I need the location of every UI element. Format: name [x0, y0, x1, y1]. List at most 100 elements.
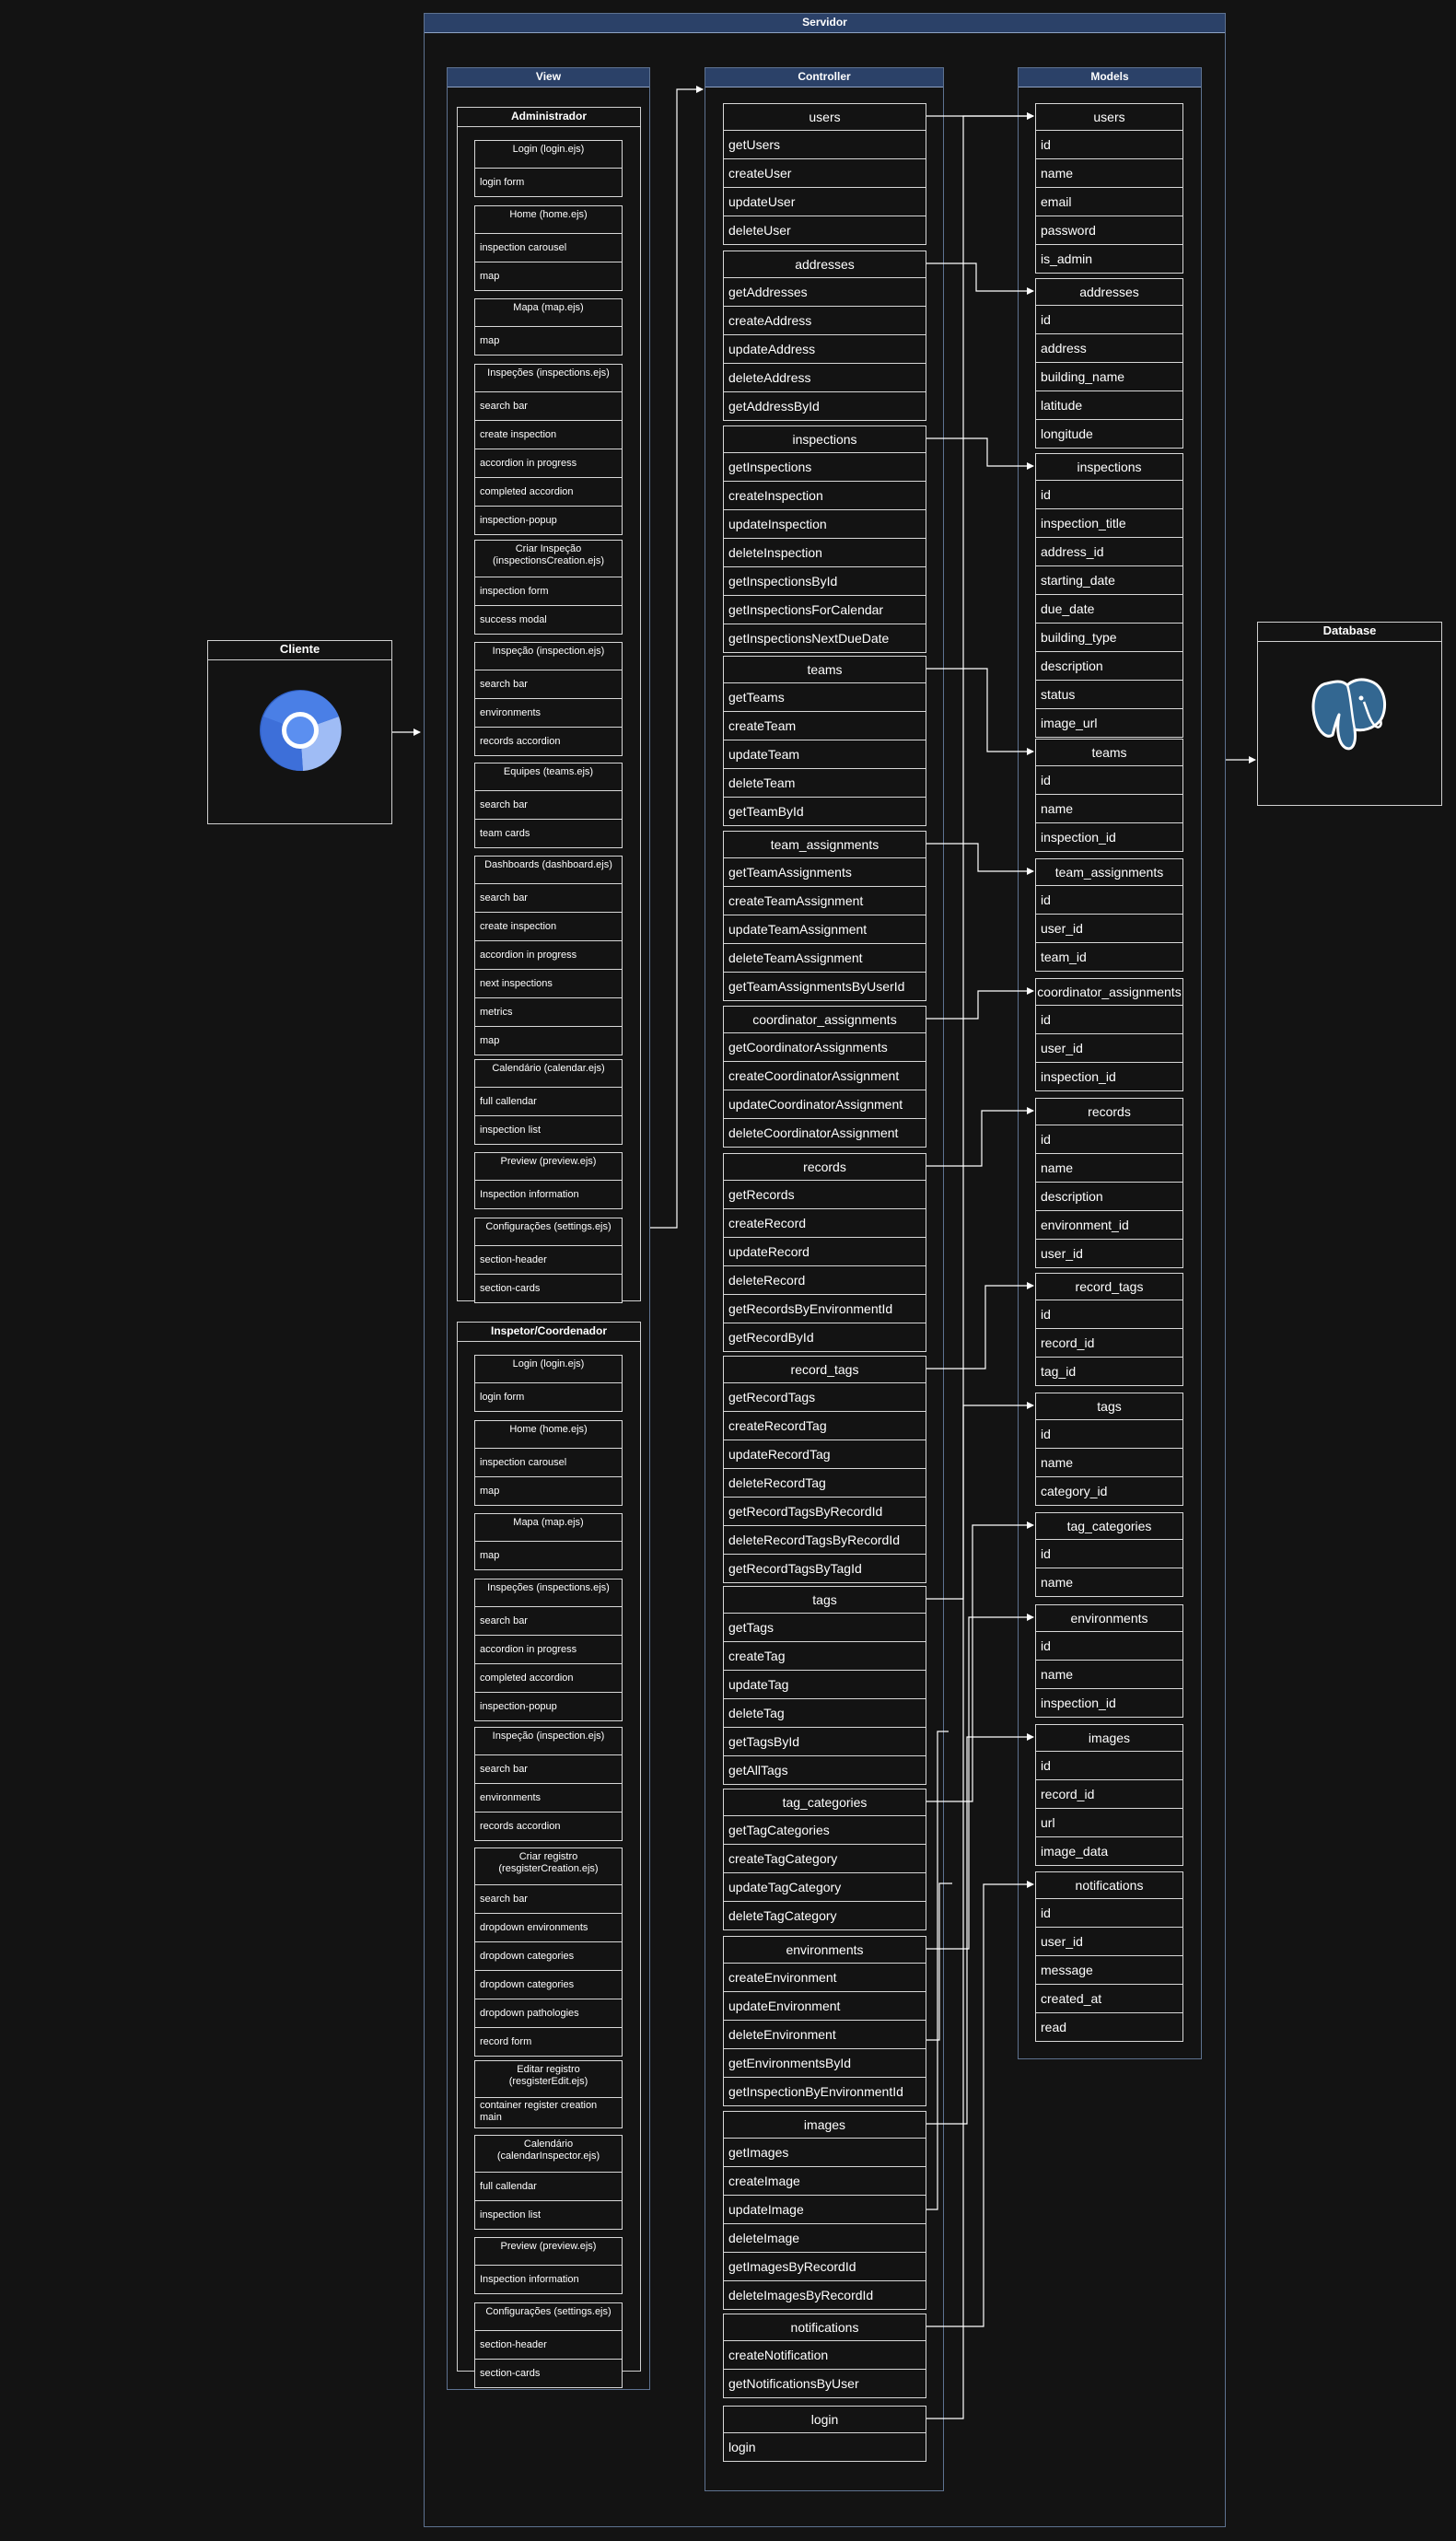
card-title: notifications: [1036, 1872, 1182, 1899]
field-row: email: [1036, 187, 1182, 216]
component-row: inspection carousel: [480, 242, 567, 253]
field-row: name: [1036, 158, 1182, 187]
server-title: Servidor: [425, 14, 1225, 33]
method-row: updateTagCategory: [724, 1872, 926, 1901]
field-row: image_url: [1036, 708, 1182, 737]
card-title: images: [1036, 1725, 1182, 1752]
controller-card-images: images getImages createImage updateImage del…: [723, 2111, 926, 2310]
component-row: map: [475, 262, 622, 290]
view-card-preview-preview-ejs: Preview (preview.ejs) Inspection informat…: [474, 1152, 623, 1209]
method-row: createAddress: [724, 306, 926, 334]
method-row: getTagsById: [724, 1727, 926, 1755]
card-title: addresses: [724, 251, 926, 278]
field-row: inspection_id: [1036, 1688, 1182, 1717]
field-row: building_name: [1036, 362, 1182, 390]
method-row: getInspectionsById: [724, 566, 926, 595]
field-row: latitude: [1036, 390, 1182, 419]
field-row: user_id: [1036, 914, 1182, 942]
method-row: updateUser: [724, 187, 926, 216]
method-row: updateInspection: [724, 509, 926, 538]
card-body: id user_id message created_at read: [1036, 1899, 1182, 2041]
model-card-addresses: addresses id address building_name latitude l…: [1035, 278, 1183, 449]
component-row: full callendar: [480, 2181, 537, 2192]
method-row: createTeamAssignment: [724, 886, 926, 915]
component-row: dropdown environments: [475, 1913, 622, 1941]
method-row: login: [728, 2440, 756, 2454]
field-row: id: [1041, 1758, 1051, 1773]
card-body: inspection carousel map: [475, 234, 622, 290]
component-row: inspection-popup: [475, 506, 622, 534]
view-title: View: [448, 68, 649, 87]
field-row: id: [1041, 1307, 1051, 1322]
component-row: inspection form: [480, 586, 549, 597]
method-row: getInspectionByEnvironmentId: [724, 2077, 926, 2105]
model-card-environments: environments id name inspection_id: [1035, 1604, 1183, 1718]
method-row: deleteImage: [724, 2223, 926, 2252]
card-title: Home (home.ejs): [475, 206, 622, 234]
component-row: login form: [480, 1392, 525, 1403]
component-row: inspection-popup: [475, 1692, 622, 1720]
controller-card-coordinator-assignments: coordinator_assignments getCoordinatorAss…: [723, 1006, 926, 1148]
method-row: getRecordTags: [728, 1390, 816, 1405]
card-title: notifications: [724, 2314, 926, 2341]
component-row: section-header: [480, 2339, 547, 2350]
card-title: records: [724, 1154, 926, 1181]
field-row: user_id: [1036, 1239, 1182, 1267]
field-row: id: [1041, 1546, 1051, 1561]
field-row: id: [1041, 1427, 1051, 1441]
database-title: Database: [1258, 623, 1441, 642]
component-row: record form: [475, 2027, 622, 2056]
method-row: createNotification: [728, 2348, 829, 2362]
card-body: id name inspection_id: [1036, 1632, 1182, 1717]
component-row: search bar: [480, 799, 528, 810]
card-title: coordinator_assignments: [724, 1007, 926, 1033]
card-title: Inspeções (inspections.ejs): [475, 1579, 622, 1607]
field-row: id: [1041, 1012, 1051, 1027]
card-body: Inspection information: [475, 2266, 622, 2293]
card-body: search bar dropdown environments dropdown …: [475, 1885, 622, 2056]
field-row: description: [1036, 1182, 1182, 1210]
method-row: deleteCoordinatorAssignment: [724, 1118, 926, 1147]
card-body: login form: [475, 1383, 622, 1411]
component-row: completed accordion: [475, 1663, 622, 1692]
field-row: name: [1036, 1660, 1182, 1688]
component-row: metrics: [475, 997, 622, 1026]
component-row: search bar: [480, 401, 528, 412]
model-card-team-assignments: team_assignments id user_id team_id: [1035, 858, 1183, 972]
model-card-notifications: notifications id user_id message created_at r…: [1035, 1871, 1183, 2042]
component-row: inspection carousel: [480, 1457, 567, 1468]
field-row: environment_id: [1036, 1210, 1182, 1239]
card-body: search bar create inspection accordion in …: [475, 884, 622, 1055]
card-title: Configurações (settings.ejs): [475, 1218, 622, 1246]
card-title: Criar registro (resgisterCreation.ejs): [475, 1848, 622, 1885]
model-card-records: records id name description environment_id us…: [1035, 1098, 1183, 1268]
card-title: Login (login.ejs): [475, 1356, 622, 1383]
controller-card-users: users getUsers createUser updateUser deleteU…: [723, 103, 926, 245]
field-row: id: [1041, 137, 1051, 152]
field-row: id: [1041, 1132, 1051, 1147]
component-row: create inspection: [475, 420, 622, 449]
method-row: getRecordsByEnvironmentId: [724, 1294, 926, 1323]
card-body: id name email password is_admin: [1036, 131, 1182, 273]
controller-card-inspections: inspections getInspections createInspectio…: [723, 425, 926, 653]
card-body: Inspection information: [475, 1181, 622, 1208]
method-row: deleteTeam: [724, 768, 926, 797]
method-row: getAddresses: [728, 285, 808, 299]
card-body: inspection form success modal: [475, 577, 622, 634]
view-card-inspe-o-inspection-ejs: Inspeção (inspection.ejs) search bar envir…: [474, 642, 623, 756]
card-title: team_assignments: [724, 832, 926, 858]
models-title: Models: [1019, 68, 1201, 87]
view-card-editar-registro-resgisteredit-ejs: Editar registro (resgisterEdit.ejs) conta…: [474, 2060, 623, 2128]
field-row: category_id: [1036, 1476, 1182, 1505]
card-body: search bar accordion in progress completed…: [475, 1607, 622, 1720]
method-row: getAllTags: [724, 1755, 926, 1784]
method-row: deleteTag: [724, 1698, 926, 1727]
model-card-record-tags: record_tags id record_id tag_id: [1035, 1273, 1183, 1386]
card-body: createNotification getNotificationsByUser: [724, 2341, 926, 2397]
field-row: name: [1036, 1448, 1182, 1476]
card-body: createEnvironment updateEnvironment delete…: [724, 1964, 926, 2105]
method-row: updateTeam: [724, 740, 926, 768]
method-row: getCoordinatorAssignments: [728, 1040, 888, 1055]
model-card-inspections: inspections id inspection_title address_id s…: [1035, 453, 1183, 738]
component-row: completed accordion: [475, 477, 622, 506]
